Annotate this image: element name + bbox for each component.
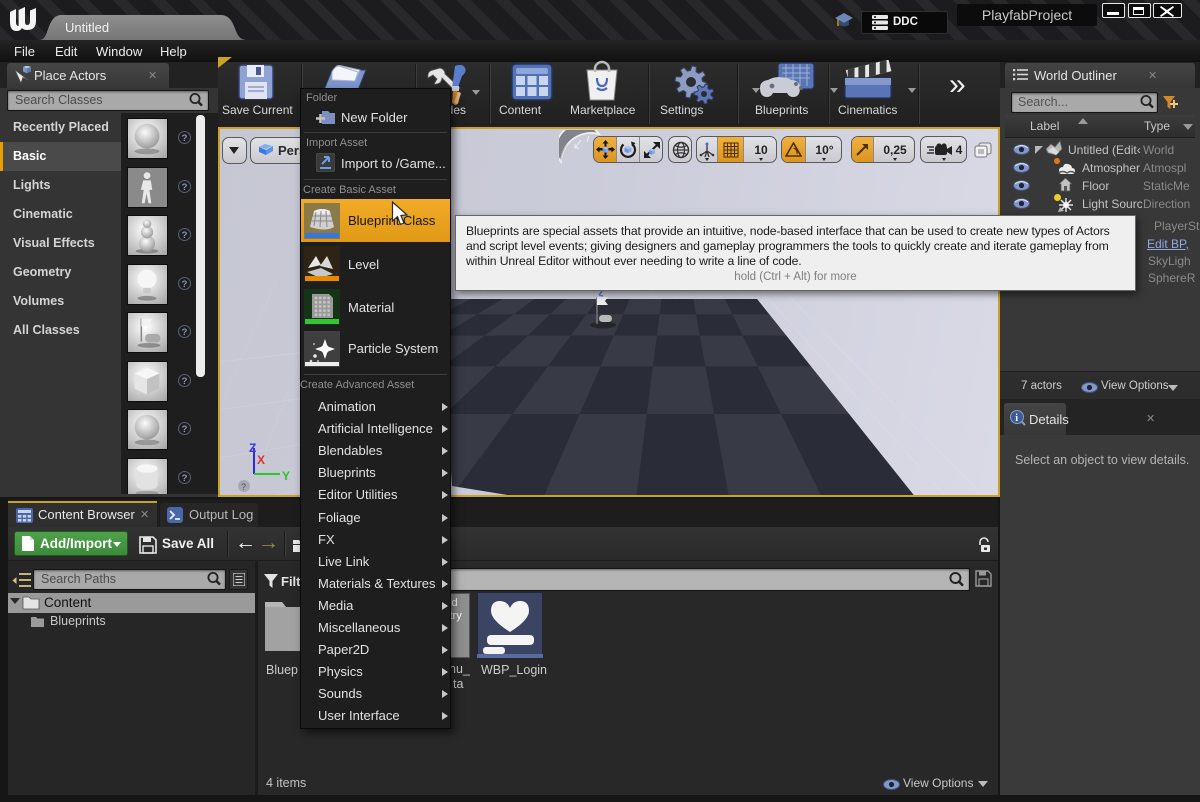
svg-text:X: X xyxy=(257,453,265,467)
svg-text:Z: Z xyxy=(249,441,256,455)
svg-text:?: ? xyxy=(241,482,246,492)
svg-text:Y: Y xyxy=(282,469,290,483)
svg-text:i: i xyxy=(1015,413,1018,424)
